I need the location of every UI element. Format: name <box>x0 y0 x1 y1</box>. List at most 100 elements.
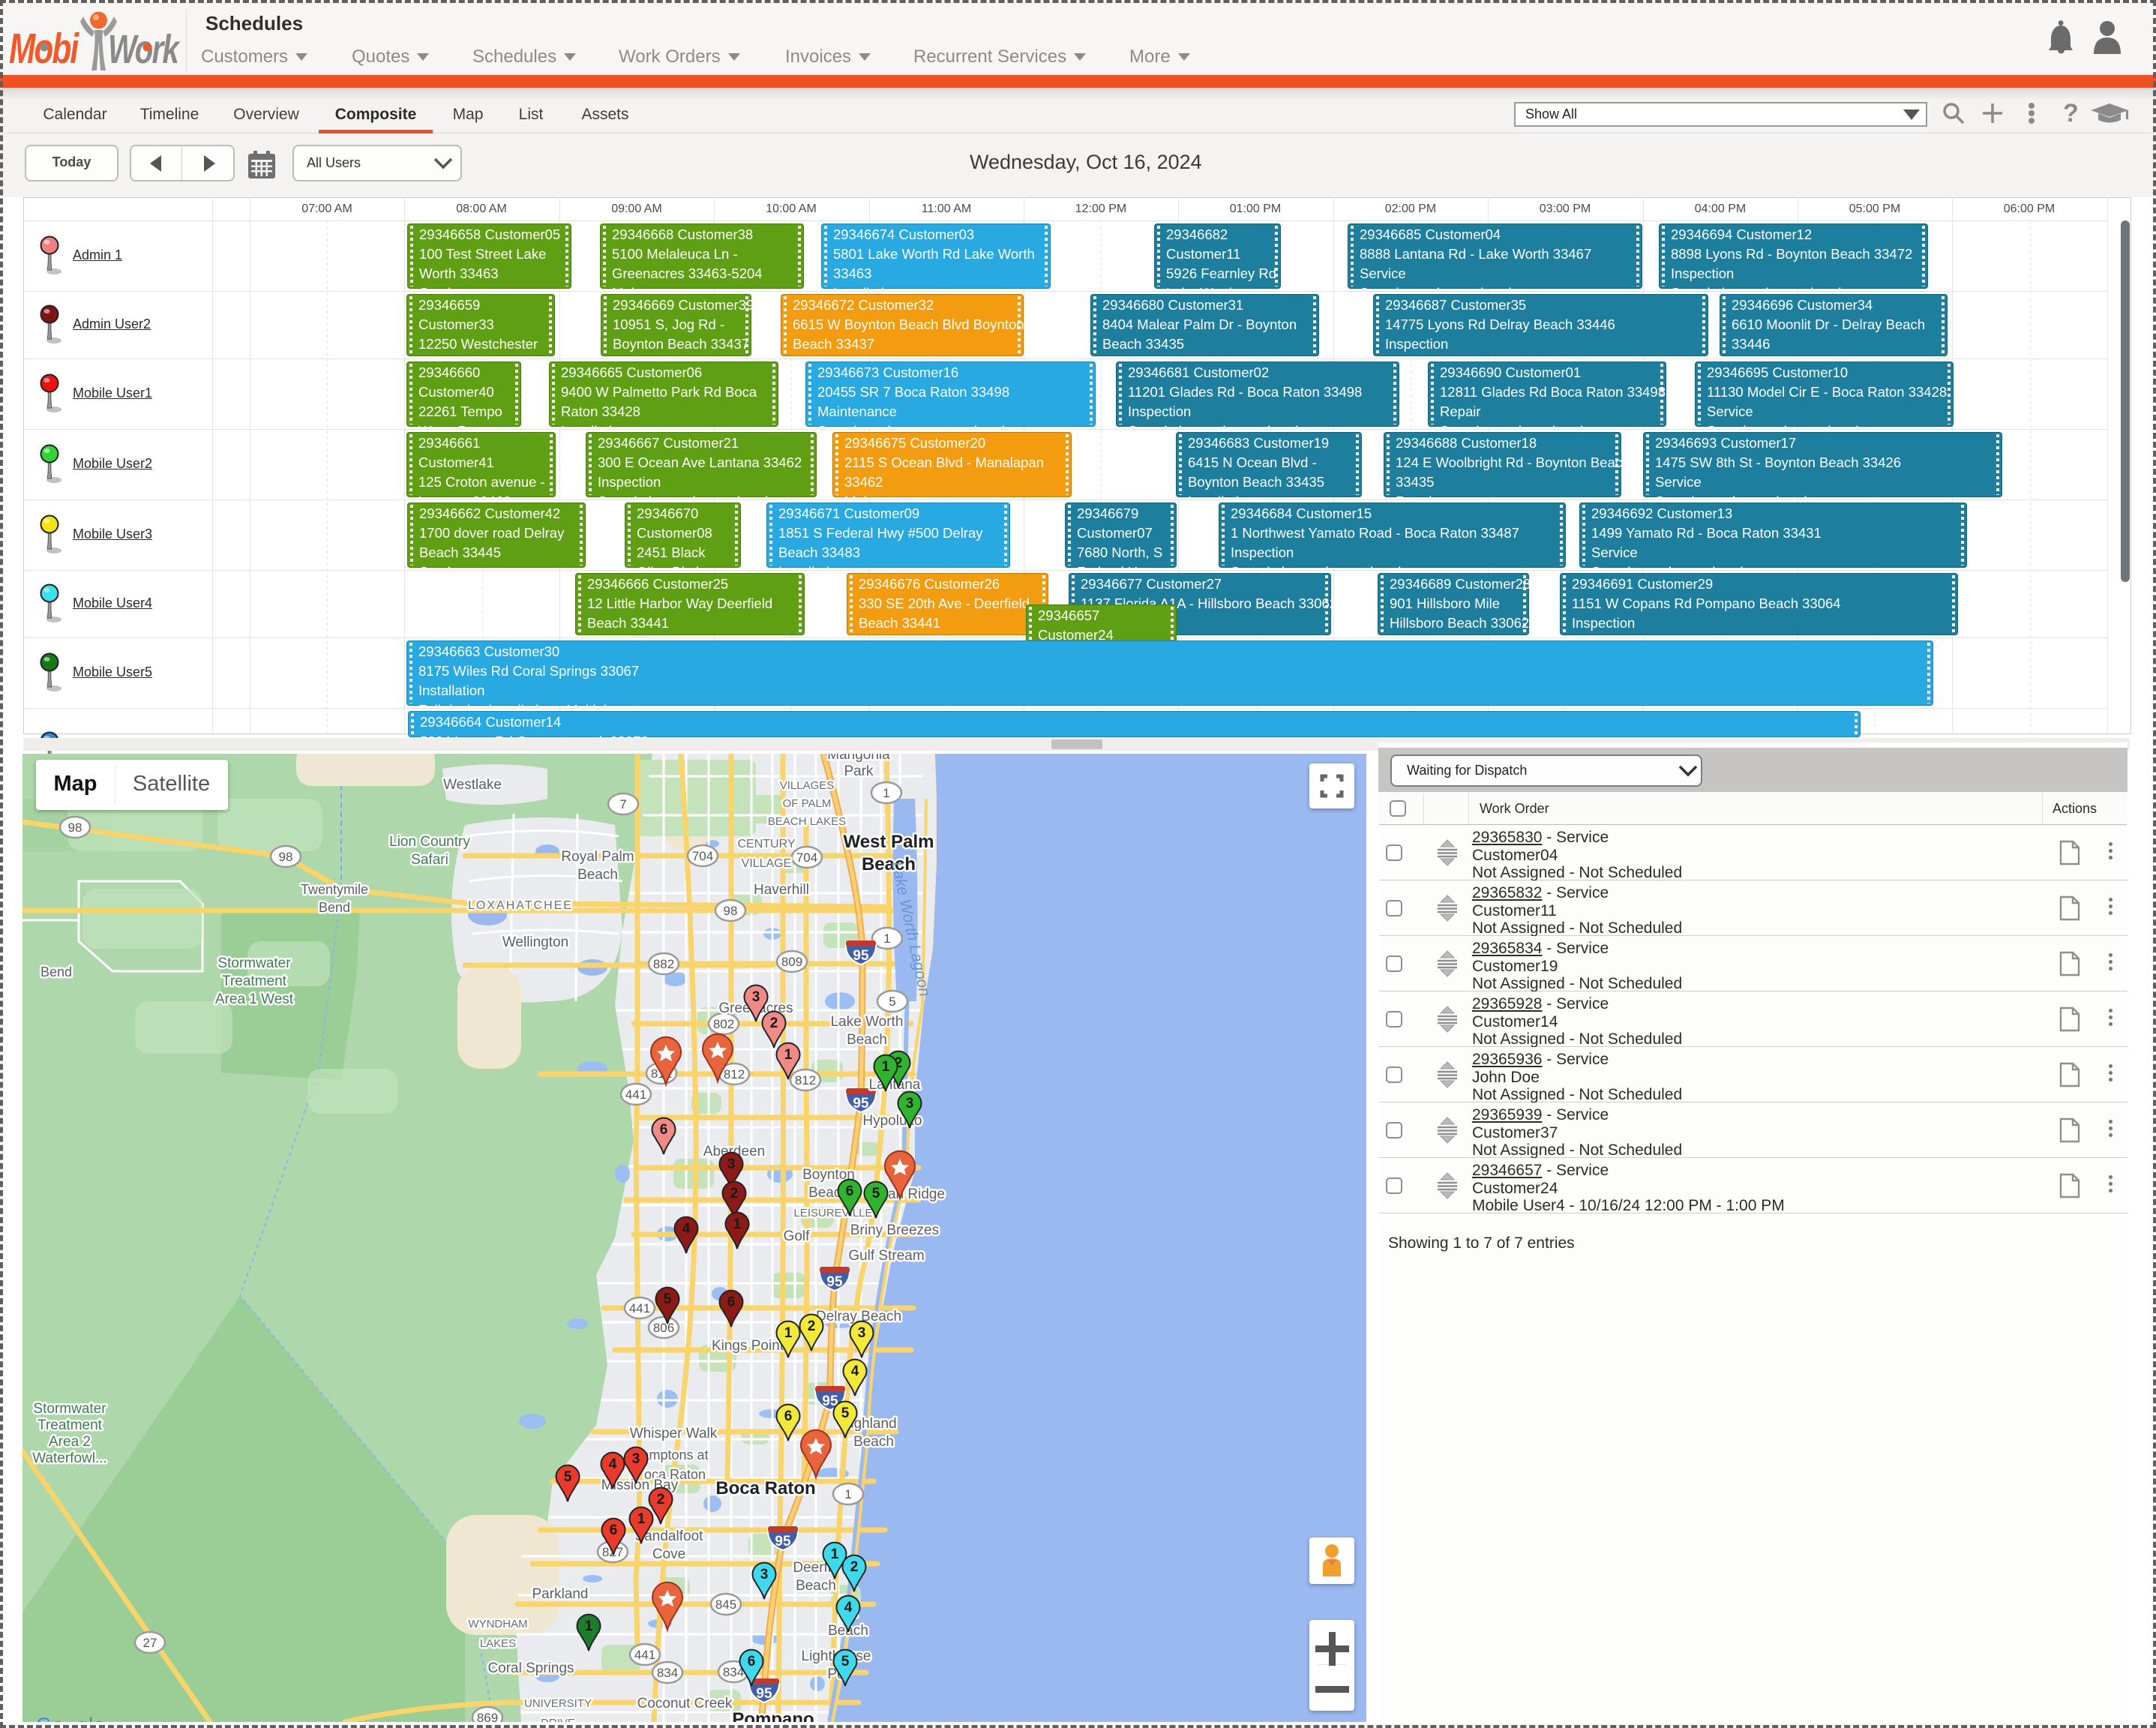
svg-text:Whisper Walk: Whisper Walk <box>630 1426 718 1442</box>
svg-text:WYNDHAM: WYNDHAM <box>468 1618 527 1630</box>
svg-text:Bend: Bend <box>40 964 72 980</box>
svg-text:Coral Springs: Coral Springs <box>487 1660 574 1676</box>
svg-text:West Palm: West Palm <box>844 832 934 852</box>
svg-text:441: 441 <box>629 1301 650 1316</box>
svg-text:Cove: Cove <box>652 1546 685 1562</box>
svg-text:704: 704 <box>796 850 817 865</box>
svg-text:5: 5 <box>841 1406 850 1421</box>
svg-text:Area 1 West: Area 1 West <box>215 992 294 1007</box>
svg-text:LOXAHATCHEE: LOXAHATCHEE <box>468 899 573 912</box>
svg-text:Kings Point: Kings Point <box>712 1338 784 1354</box>
svg-text:1: 1 <box>784 1325 793 1341</box>
svg-text:1: 1 <box>883 786 889 800</box>
svg-text:5: 5 <box>564 1469 572 1485</box>
svg-text:812: 812 <box>724 1067 745 1082</box>
svg-text:Area 2: Area 2 <box>49 1434 91 1450</box>
svg-text:Stormwater: Stormwater <box>217 956 291 971</box>
svg-text:Gulf Stream: Gulf Stream <box>848 1248 924 1264</box>
svg-text:869: 869 <box>477 1711 498 1722</box>
svg-text:6: 6 <box>610 1522 618 1538</box>
svg-text:Parkland: Parkland <box>532 1586 589 1602</box>
svg-text:UNIVERSITY: UNIVERSITY <box>524 1697 592 1710</box>
svg-text:Mangonia: Mangonia <box>827 754 890 763</box>
svg-text:98: 98 <box>279 850 293 864</box>
svg-text:2: 2 <box>657 1492 665 1508</box>
svg-text:DRIVE: DRIVE <box>541 1717 575 1722</box>
svg-text:Treatment: Treatment <box>222 974 287 989</box>
svg-text:845: 845 <box>715 1598 736 1612</box>
svg-text:Beach: Beach <box>853 1434 894 1450</box>
svg-text:OF PALM: OF PALM <box>783 797 832 810</box>
svg-text:Beach: Beach <box>847 1032 887 1048</box>
svg-text:VILLAGE: VILLAGE <box>742 857 792 870</box>
svg-text:3: 3 <box>752 989 760 1005</box>
svg-text:BEACH LAKES: BEACH LAKES <box>768 815 846 828</box>
svg-text:3: 3 <box>760 1567 769 1582</box>
svg-text:Boca Raton: Boca Raton <box>715 1478 815 1498</box>
svg-text:Coconut Creek: Coconut Creek <box>637 1696 733 1712</box>
svg-text:704: 704 <box>692 849 713 863</box>
svg-text:2: 2 <box>770 1016 778 1031</box>
svg-text:27: 27 <box>143 1636 157 1650</box>
svg-text:3: 3 <box>632 1451 640 1467</box>
svg-text:95: 95 <box>853 1096 869 1112</box>
svg-text:806: 806 <box>653 1321 674 1335</box>
svg-text:VILLAGES: VILLAGES <box>780 779 835 792</box>
svg-text:834: 834 <box>657 1666 678 1680</box>
svg-text:LEISUREVILLE: LEISUREVILLE <box>793 1207 872 1220</box>
svg-text:1: 1 <box>733 1216 742 1232</box>
svg-text:802: 802 <box>713 1017 734 1031</box>
svg-text:2: 2 <box>808 1318 816 1334</box>
svg-text:95: 95 <box>756 1686 772 1702</box>
svg-text:95: 95 <box>853 948 869 964</box>
svg-text:3: 3 <box>858 1325 866 1341</box>
svg-text:Golf: Golf <box>784 1228 811 1244</box>
svg-text:2: 2 <box>850 1559 859 1575</box>
svg-text:3: 3 <box>727 1156 736 1172</box>
svg-text:4: 4 <box>851 1364 859 1379</box>
svg-text:Briny Breezes: Briny Breezes <box>850 1222 939 1238</box>
svg-text:2: 2 <box>730 1186 739 1202</box>
svg-text:7: 7 <box>619 797 626 812</box>
svg-text:5: 5 <box>872 1186 880 1202</box>
svg-text:809: 809 <box>781 955 802 969</box>
svg-text:1: 1 <box>637 1511 646 1527</box>
svg-text:amptons at: amptons at <box>641 1448 708 1462</box>
svg-text:LAKES: LAKES <box>480 1637 516 1650</box>
svg-text:Treatment: Treatment <box>37 1418 103 1433</box>
svg-text:4: 4 <box>844 1600 853 1616</box>
svg-text:5: 5 <box>889 994 895 1009</box>
svg-text:882: 882 <box>653 957 674 971</box>
svg-text:441: 441 <box>625 1088 646 1102</box>
svg-text:6: 6 <box>748 1654 756 1670</box>
svg-text:5: 5 <box>841 1654 850 1670</box>
svg-text:Pompano: Pompano <box>732 1709 814 1722</box>
svg-text:1: 1 <box>831 1546 839 1562</box>
svg-text:Haverhill: Haverhill <box>754 882 809 898</box>
svg-text:Westlake: Westlake <box>443 777 502 793</box>
svg-text:441: 441 <box>634 1648 655 1662</box>
svg-text:95: 95 <box>775 1534 791 1550</box>
svg-text:?: ? <box>2063 100 2079 128</box>
svg-text:1: 1 <box>784 1047 793 1063</box>
svg-text:Park: Park <box>844 764 874 779</box>
svg-text:6: 6 <box>784 1408 793 1424</box>
svg-text:4: 4 <box>609 1456 617 1472</box>
svg-text:1: 1 <box>883 932 890 946</box>
svg-text:Royal Palm: Royal Palm <box>561 849 634 865</box>
svg-text:Beach: Beach <box>796 1578 836 1594</box>
svg-text:6: 6 <box>846 1184 854 1199</box>
svg-text:Beach: Beach <box>577 867 618 883</box>
svg-text:3: 3 <box>906 1096 914 1112</box>
svg-text:4: 4 <box>682 1221 691 1237</box>
svg-text:1: 1 <box>882 1059 890 1075</box>
svg-text:1: 1 <box>585 1618 593 1634</box>
svg-text:Wellington: Wellington <box>502 934 568 950</box>
svg-text:Lion Country: Lion Country <box>389 834 470 850</box>
svg-text:812: 812 <box>795 1073 816 1088</box>
svg-text:Waterfowl...: Waterfowl... <box>32 1450 107 1466</box>
svg-text:5: 5 <box>664 1292 672 1307</box>
svg-text:98: 98 <box>68 820 82 835</box>
svg-text:6: 6 <box>727 1294 736 1310</box>
svg-text:Twentymile: Twentymile <box>301 882 368 897</box>
